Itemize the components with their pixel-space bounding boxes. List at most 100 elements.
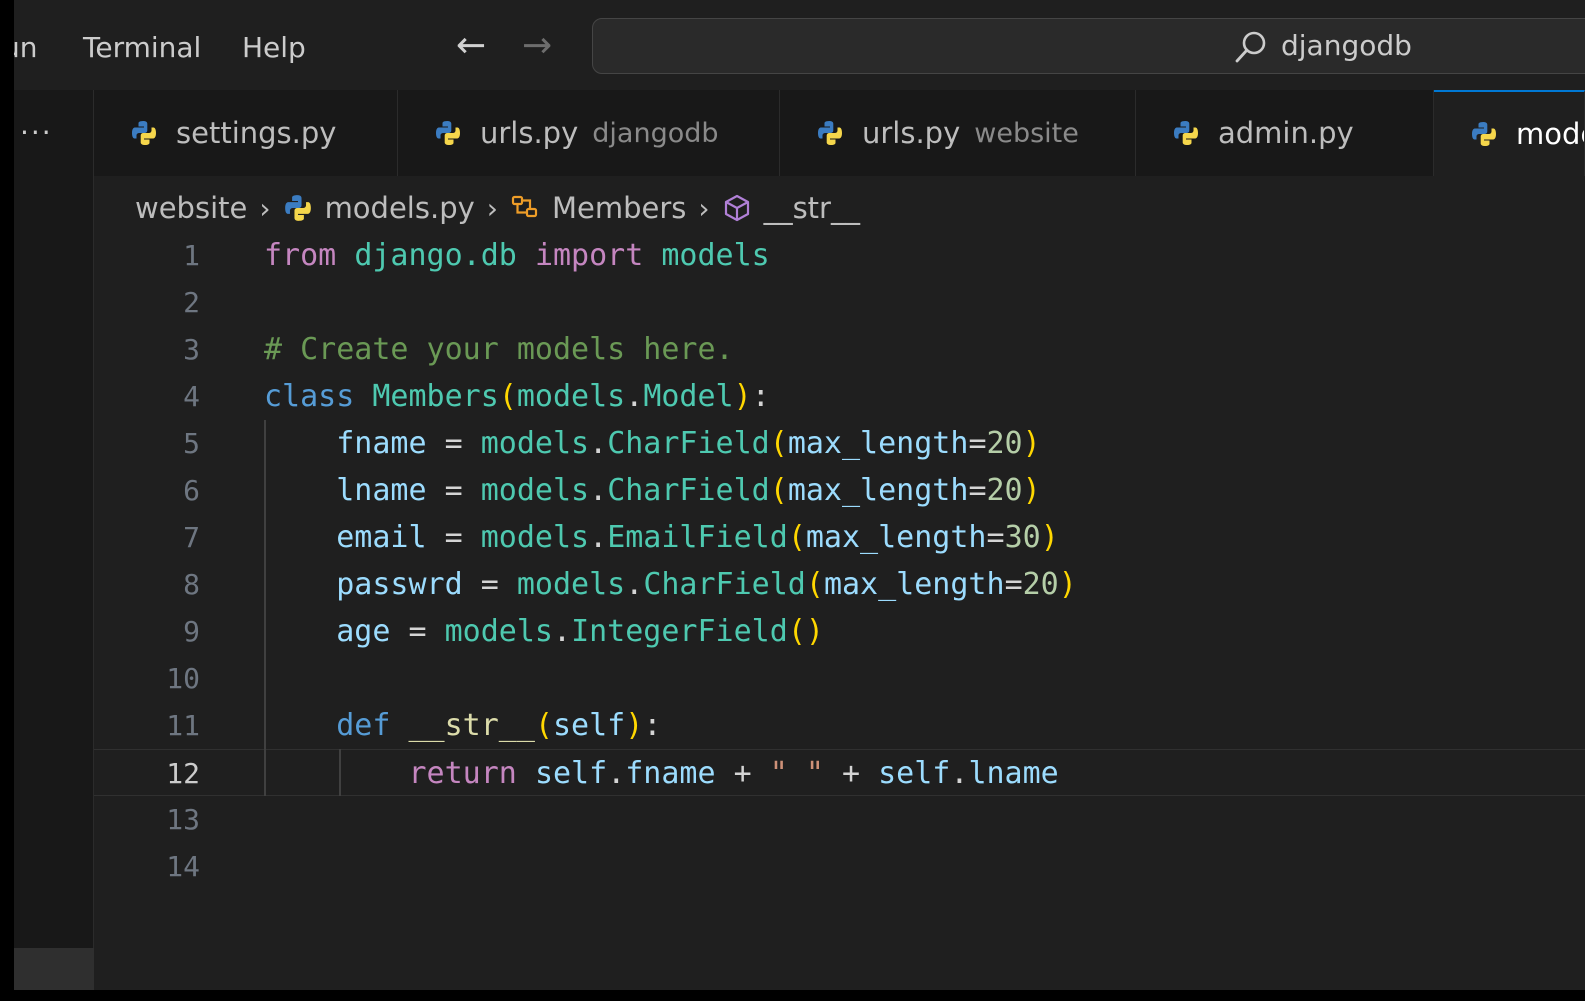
code-editor[interactable]: website › models.py › Members › __str__ bbox=[94, 176, 1585, 990]
tab-admin-py[interactable]: admin.py bbox=[1136, 90, 1434, 176]
forward-arrow-icon[interactable]: → bbox=[522, 26, 552, 66]
code-line[interactable]: 10 bbox=[94, 655, 1585, 702]
code-token: CharField bbox=[643, 567, 806, 602]
code-token: . bbox=[625, 379, 644, 414]
code-token: passwrd bbox=[336, 567, 463, 602]
code-token: " " bbox=[769, 756, 824, 791]
menu-run[interactable]: un bbox=[14, 30, 38, 66]
code-token: : bbox=[751, 379, 770, 414]
indent-guide bbox=[264, 420, 266, 796]
chevron-right-icon: › bbox=[259, 191, 271, 225]
code-text: passwrd = models.CharField(max_length=20… bbox=[264, 561, 1077, 608]
code-token: = bbox=[462, 567, 517, 602]
tab-description: website bbox=[974, 117, 1079, 149]
more-actions-icon[interactable]: ··· bbox=[20, 118, 53, 148]
python-file-icon bbox=[284, 195, 311, 221]
code-line[interactable]: 9 age = models.IntegerField() bbox=[94, 608, 1585, 655]
code-token: ) bbox=[1058, 567, 1077, 602]
code-token: IntegerField bbox=[571, 614, 788, 649]
tab-label: models.py bbox=[1516, 117, 1584, 151]
tab-settings-py[interactable]: settings.py bbox=[94, 90, 398, 176]
code-token: = bbox=[968, 473, 987, 508]
code-token: () bbox=[787, 614, 824, 649]
code-token: . bbox=[625, 567, 644, 602]
back-arrow-icon[interactable]: ← bbox=[456, 26, 486, 66]
code-token: max_length bbox=[805, 520, 987, 555]
tab-urls-py-website[interactable]: urls.py website bbox=[780, 90, 1136, 176]
code-token: class bbox=[264, 379, 355, 414]
code-line[interactable]: 2 bbox=[94, 279, 1585, 326]
method-cube-icon bbox=[724, 194, 749, 222]
python-file-icon bbox=[132, 121, 156, 145]
code-token: EmailField bbox=[607, 520, 788, 555]
breadcrumb-folder[interactable]: website bbox=[135, 191, 247, 225]
tab-label: urls.py bbox=[480, 116, 579, 150]
breadcrumb-class[interactable]: Members bbox=[552, 191, 686, 225]
code-token: = bbox=[426, 473, 481, 508]
indent-guide bbox=[339, 749, 341, 796]
code-token: ) bbox=[1040, 520, 1059, 555]
tab-description: djangodb bbox=[592, 117, 719, 149]
code-token: fname bbox=[625, 756, 716, 791]
code-token: self bbox=[878, 756, 951, 791]
code-line[interactable]: 14 bbox=[94, 843, 1585, 890]
code-token: Members bbox=[372, 379, 499, 414]
code-line[interactable]: 5 fname = models.CharField(max_length=20… bbox=[94, 420, 1585, 467]
code-token: __str__ bbox=[408, 708, 535, 743]
breadcrumb-file[interactable]: models.py bbox=[325, 191, 475, 225]
editor-tab-bar: settings.py urls.py djangodb urls.py web… bbox=[94, 90, 1585, 176]
code-line[interactable]: 3 # Create your models here. bbox=[94, 326, 1585, 373]
python-file-icon bbox=[1472, 122, 1496, 146]
sidebar: ··· bbox=[14, 90, 94, 990]
code-line[interactable]: 8 passwrd = models.CharField(max_length=… bbox=[94, 561, 1585, 608]
code-token: from bbox=[264, 238, 337, 273]
code-token: ( bbox=[805, 567, 824, 602]
chevron-right-icon: › bbox=[486, 191, 498, 225]
code-token: models bbox=[444, 614, 553, 649]
menu-terminal[interactable]: Terminal bbox=[83, 30, 201, 66]
tab-urls-py-djangodb[interactable]: urls.py djangodb bbox=[398, 90, 780, 176]
code-token: ) bbox=[1022, 426, 1041, 461]
title-bar: un Terminal Help ← → djangodb bbox=[14, 0, 1585, 90]
code-token: Model bbox=[643, 379, 734, 414]
code-line[interactable]: 13 bbox=[94, 796, 1585, 843]
code-token: self bbox=[553, 708, 626, 743]
code-token: + bbox=[715, 756, 770, 791]
line-number: 6 bbox=[183, 474, 200, 507]
breadcrumb: website › models.py › Members › __str__ bbox=[135, 188, 860, 228]
code-token: . bbox=[950, 756, 969, 791]
line-number: 3 bbox=[183, 333, 200, 366]
tab-models-py[interactable]: models.py bbox=[1434, 90, 1585, 176]
code-token: 20 bbox=[986, 426, 1023, 461]
tab-label: settings.py bbox=[176, 116, 337, 150]
code-token: ) bbox=[625, 708, 644, 743]
python-file-icon bbox=[436, 121, 460, 145]
code-token: ( bbox=[498, 379, 517, 414]
code-line[interactable]: 1 from django.db import models bbox=[94, 232, 1585, 279]
code-line[interactable]: 6 lname = models.CharField(max_length=20… bbox=[94, 467, 1585, 514]
breadcrumb-method[interactable]: __str__ bbox=[764, 191, 860, 225]
python-file-icon bbox=[818, 121, 842, 145]
code-token: . bbox=[589, 426, 608, 461]
code-token: = bbox=[968, 426, 987, 461]
menu-help[interactable]: Help bbox=[242, 30, 306, 66]
code-token: lname bbox=[968, 756, 1059, 791]
search-icon bbox=[1235, 31, 1266, 63]
code-line[interactable]: 4 class Members(models.Model): bbox=[94, 373, 1585, 420]
code-line[interactable]: 7 email = models.EmailField(max_length=3… bbox=[94, 514, 1585, 561]
command-center-search[interactable]: djangodb bbox=[592, 18, 1585, 74]
code-token: ) bbox=[733, 379, 752, 414]
code-token: models bbox=[480, 473, 590, 508]
code-line[interactable]: 12 return self.fname + " " + self.lname bbox=[94, 749, 1585, 796]
code-token: = bbox=[426, 520, 481, 555]
code-line[interactable]: 11 def __str__(self): bbox=[94, 702, 1585, 749]
